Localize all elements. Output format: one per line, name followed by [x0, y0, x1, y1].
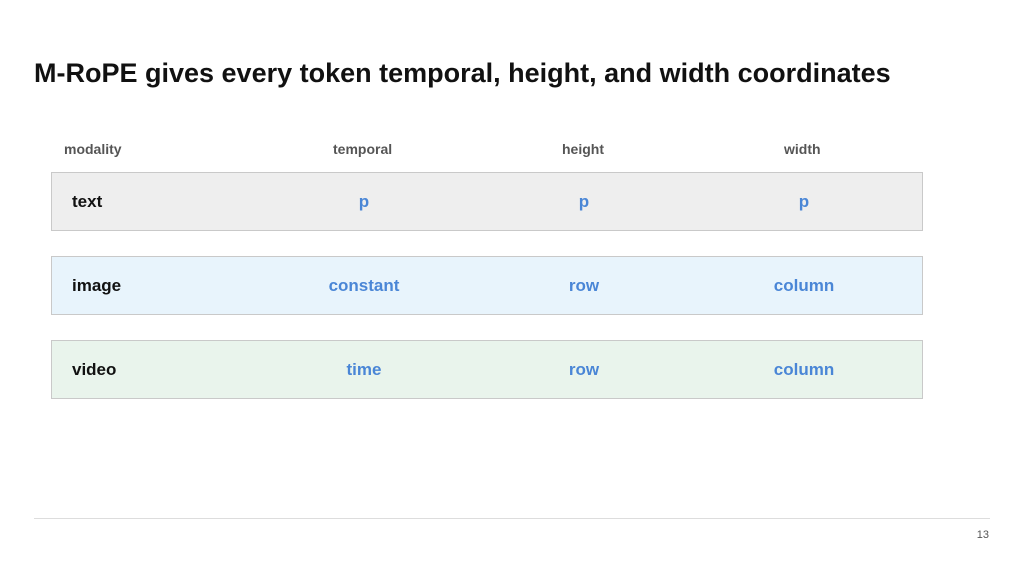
width-cell: column	[773, 275, 835, 295]
modality-cell: image	[72, 275, 122, 295]
footer-divider	[34, 518, 990, 519]
modality-cell: video	[72, 359, 117, 379]
table-row-text: text p p p	[51, 172, 923, 231]
width-cell: column	[773, 359, 835, 379]
page-number: 13	[976, 529, 989, 541]
temporal-cell: time	[346, 359, 382, 379]
temporal-cell: p	[358, 191, 370, 211]
table-row-video: video time row column	[51, 340, 923, 399]
column-header-height: height	[562, 141, 604, 157]
modality-cell: text	[72, 191, 103, 211]
height-cell: row	[568, 275, 600, 295]
table-row-image: image constant row column	[51, 256, 923, 315]
column-header-temporal: temporal	[333, 141, 393, 157]
height-cell: row	[568, 359, 600, 379]
column-header-modality: modality	[64, 141, 122, 157]
slide-title: M-RoPE gives every token temporal, heigh…	[34, 58, 891, 88]
width-cell: p	[798, 191, 810, 211]
column-header-width: width	[784, 141, 821, 157]
temporal-cell: constant	[328, 275, 400, 295]
height-cell: p	[578, 191, 590, 211]
